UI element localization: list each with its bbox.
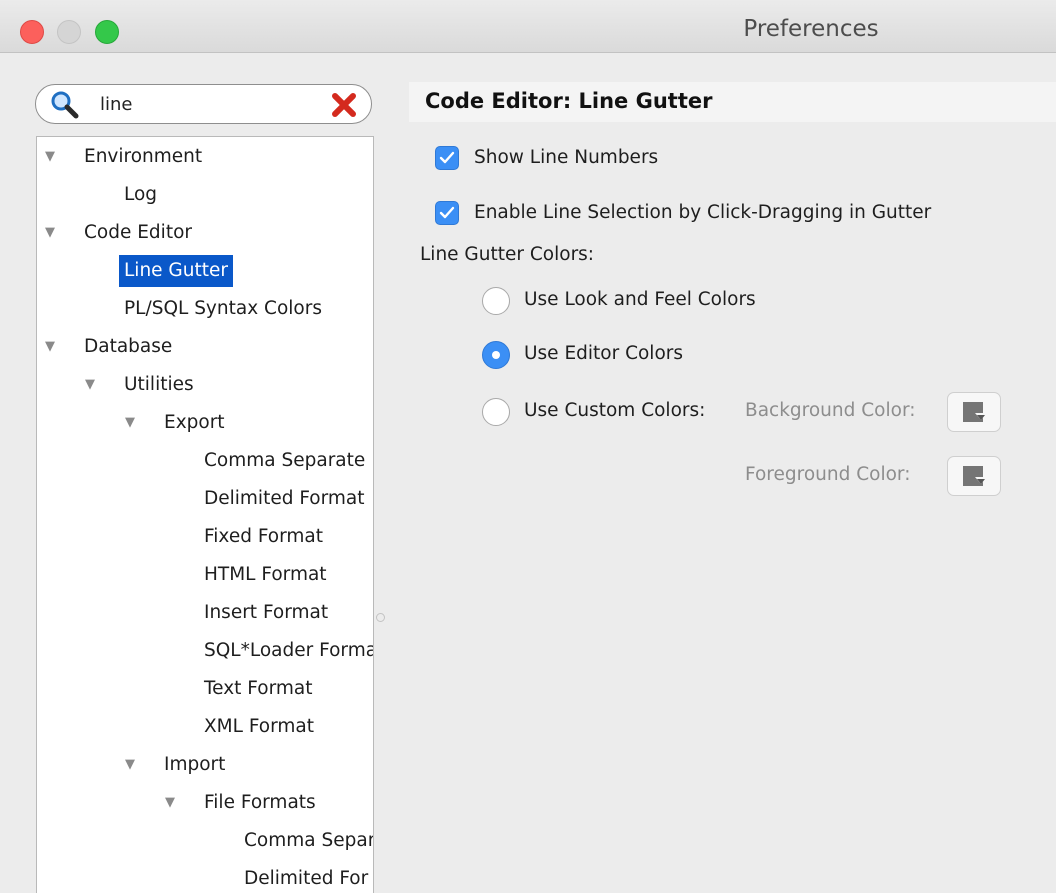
search-input[interactable] xyxy=(100,91,320,117)
disclosure-triangle-icon[interactable]: ▼ xyxy=(165,787,175,819)
use-look-and-feel-colors-label[interactable]: Use Look and Feel Colors xyxy=(524,289,756,310)
dropdown-arrow-icon xyxy=(977,415,985,420)
window-title: Preferences xyxy=(743,16,879,42)
background-color-picker-button[interactable] xyxy=(947,392,1001,432)
use-editor-colors-label[interactable]: Use Editor Colors xyxy=(524,343,683,364)
use-custom-colors-radio[interactable] xyxy=(482,398,510,426)
show-line-numbers-label[interactable]: Show Line Numbers xyxy=(474,147,658,168)
foreground-color-label: Foreground Color: xyxy=(745,464,911,485)
zoom-window-button[interactable] xyxy=(95,20,119,44)
minimize-window-button[interactable] xyxy=(57,20,81,44)
dropdown-arrow-icon xyxy=(977,479,985,484)
disclosure-triangle-icon[interactable]: ▼ xyxy=(125,749,135,781)
disclosure-triangle-icon[interactable]: ▼ xyxy=(45,141,55,173)
panel-header: Code Editor: Line Gutter xyxy=(409,82,1056,122)
use-custom-colors-label[interactable]: Use Custom Colors: xyxy=(524,400,705,421)
use-look-and-feel-colors-radio[interactable] xyxy=(482,287,510,315)
disclosure-triangle-icon[interactable]: ▼ xyxy=(85,369,95,401)
split-pane-divider-handle[interactable] xyxy=(376,613,385,622)
close-window-button[interactable] xyxy=(20,20,44,44)
disclosure-triangle-icon[interactable]: ▼ xyxy=(45,217,55,249)
disclosure-triangle-icon[interactable]: ▼ xyxy=(45,331,55,363)
preferences-tree[interactable]: ▼ Environment Log ▼ Code Editor Line Gut… xyxy=(36,136,374,893)
enable-line-selection-checkbox[interactable] xyxy=(435,201,459,225)
panel-title: Code Editor: Line Gutter xyxy=(425,89,713,113)
use-editor-colors-radio[interactable] xyxy=(482,341,510,369)
enable-line-selection-label[interactable]: Enable Line Selection by Click-Dragging … xyxy=(474,202,931,223)
clear-search-icon[interactable] xyxy=(329,90,359,124)
search-field[interactable] xyxy=(35,84,372,124)
disclosure-triangle-icon[interactable]: ▼ xyxy=(125,407,135,439)
foreground-color-picker-button[interactable] xyxy=(947,456,1001,496)
line-gutter-colors-heading: Line Gutter Colors: xyxy=(420,244,595,265)
title-bar: Preferences xyxy=(0,0,1056,53)
background-color-label: Background Color: xyxy=(745,400,916,421)
search-icon xyxy=(50,90,80,124)
show-line-numbers-checkbox[interactable] xyxy=(435,146,459,170)
